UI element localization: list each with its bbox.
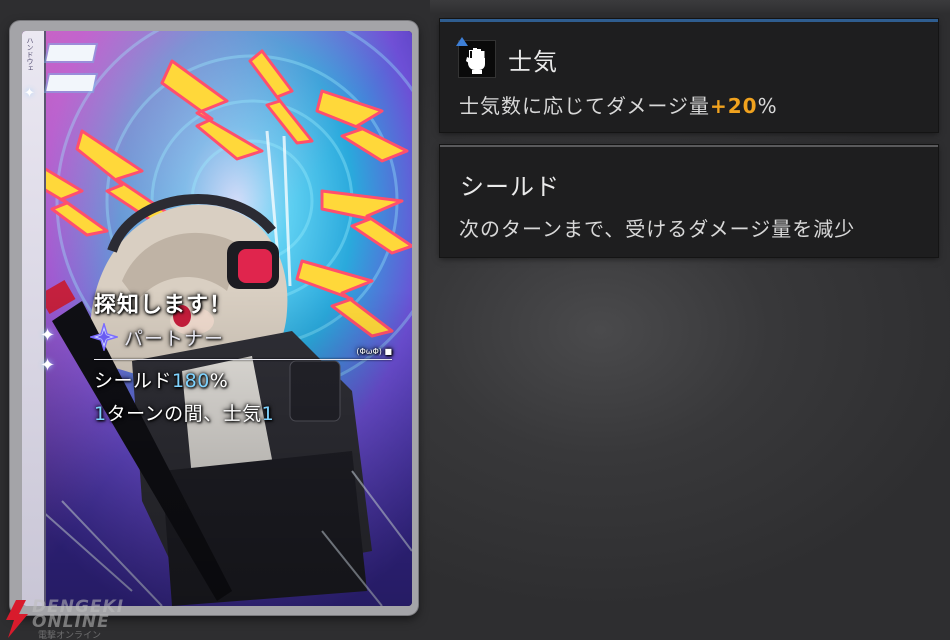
panel-header: シールド [458, 167, 560, 202]
card-face: ハンドウェ ✦ ✦ ✦ 探知します！ パートナー (ΦωΦ) ■ シールド180… [22, 31, 412, 606]
card-side-strip: ハンドウェ [22, 31, 46, 606]
card-rank-badge [46, 45, 96, 105]
panel-header: 士気 [456, 37, 558, 78]
effect-text: ターンの間、士気 [106, 403, 262, 425]
watermark-sub: 電撃オンライン [38, 631, 102, 640]
raised-fist-icon [456, 37, 496, 78]
rank-bar-2 [46, 75, 96, 91]
effect-line-morale: 1ターンの間、士気1 [94, 399, 410, 426]
panel-title-morale: 士気 [508, 47, 558, 76]
keyword-panel-shield: シールド 次のターンまで、受けるダメージ量を減少 [440, 145, 938, 257]
effect-value: 1 [94, 403, 107, 425]
top-shadow-band [430, 0, 950, 14]
keyword-panel-morale: 士気 士気数に応じてダメージ量+20% [440, 19, 938, 132]
desc-text: % [757, 94, 778, 118]
skill-card[interactable]: ハンドウェ ✦ ✦ ✦ 探知します！ パートナー (ΦωΦ) ■ シールド180… [10, 21, 418, 615]
rank-bar-1 [46, 45, 96, 61]
effect-value: 180 [172, 370, 210, 392]
effect-text: % [209, 370, 229, 392]
desc-value: +20 [710, 94, 758, 118]
effect-line-shield: シールド180% [94, 366, 410, 393]
desc-text: 士気数に応じてダメージ量 [459, 94, 710, 118]
lightning-logo-icon [6, 600, 28, 638]
sparkle-icon: ✦ [40, 355, 56, 376]
effect-value: 1 [261, 403, 275, 425]
effect-text: シールド [94, 370, 173, 392]
card-text-block: 探知します！ パートナー (ΦωΦ) ■ シールド180% 1ターンの間、士気1 [80, 287, 410, 426]
game-screen: ハンドウェ ✦ ✦ ✦ 探知します！ パートナー (ΦωΦ) ■ シールド180… [0, 0, 950, 640]
site-watermark: DENGEKI ONLINE 電撃オンライン [2, 598, 132, 640]
partner-sparkle-icon [90, 323, 118, 351]
panel-desc-morale: 士気数に応じてダメージ量+20% [459, 90, 778, 119]
panel-title-shield: シールド [460, 173, 560, 201]
side-strip-text: ハンドウェ [26, 37, 34, 72]
buff-up-icon [456, 37, 468, 46]
watermark-text: DENGEKI ONLINE [32, 599, 124, 631]
sparkle-icon: ✦ [24, 86, 35, 101]
card-divider: (ΦωΦ) ■ [94, 347, 392, 360]
card-type-label: パートナー [124, 327, 225, 350]
fist-glyph [466, 48, 485, 74]
sparkle-icon: ✦ [40, 325, 56, 346]
divider-mark: (ΦωΦ) ■ [356, 347, 392, 356]
card-title: 探知します！ [94, 293, 233, 318]
panel-desc-shield: 次のターンまで、受けるダメージ量を減少 [459, 217, 856, 241]
